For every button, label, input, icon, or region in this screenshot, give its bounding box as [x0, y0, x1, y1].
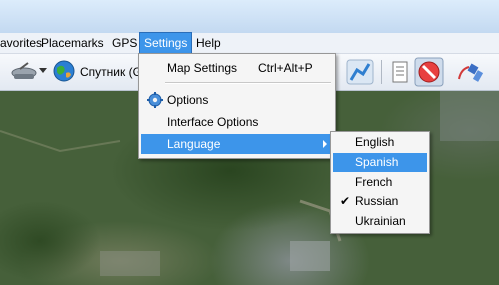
gps-satellite-icon[interactable] [455, 59, 485, 85]
menu-item-label: Language [167, 137, 221, 151]
notebook-icon[interactable] [389, 60, 411, 84]
menu-separator [165, 82, 331, 84]
submenu-arrow-icon [323, 140, 327, 148]
language-label: English [355, 135, 395, 149]
menu-placemarks[interactable]: Placemarks [37, 33, 108, 53]
gear-icon [147, 92, 163, 108]
satellite-dish-icon[interactable] [10, 59, 38, 83]
menu-item-label: Map Settings [167, 61, 238, 75]
menu-help[interactable]: Help [192, 33, 225, 53]
language-item-spanish[interactable]: Spanish [333, 153, 427, 172]
shortcut-label: Ctrl+Alt+P [258, 61, 313, 75]
route-icon[interactable] [345, 58, 375, 86]
settings-dropdown-menu: Map Settings Ctrl+Alt+P Options Interfac… [138, 53, 336, 159]
menu-gps[interactable]: GPS [108, 33, 141, 53]
menu-item-label: Interface Options [167, 115, 259, 129]
menu-item-options[interactable]: Options [141, 90, 333, 110]
language-submenu: English Spanish French ✔ Russian Ukraini… [330, 131, 430, 234]
map-source-label[interactable]: Спутник (G [80, 65, 142, 79]
menu-bar: avorites Placemarks GPS Settings Help [0, 32, 499, 54]
window-titlebar [0, 0, 499, 33]
menu-item-language[interactable]: Language [141, 134, 333, 154]
menu-settings[interactable]: Settings [139, 32, 193, 54]
menu-item-label: Options [167, 93, 209, 107]
menu-item-map-settings[interactable]: Map Settings Ctrl+Alt+P [141, 58, 333, 78]
language-item-french[interactable]: French [333, 173, 427, 192]
language-label: Russian [355, 194, 399, 208]
language-item-ukrainian[interactable]: Ukrainian [333, 212, 427, 231]
checkmark-icon: ✔ [339, 194, 351, 208]
language-label: Spanish [355, 155, 399, 169]
no-entry-icon[interactable] [414, 57, 444, 87]
language-label: Ukrainian [355, 214, 406, 228]
globe-icon[interactable] [52, 59, 76, 83]
language-label: French [355, 175, 393, 189]
menu-item-interface-options[interactable]: Interface Options [141, 112, 333, 132]
toolbar-separator [381, 60, 382, 84]
language-item-english[interactable]: English [333, 133, 427, 152]
language-item-russian[interactable]: ✔ Russian [333, 192, 427, 211]
dropdown-arrow-icon[interactable] [39, 68, 47, 74]
